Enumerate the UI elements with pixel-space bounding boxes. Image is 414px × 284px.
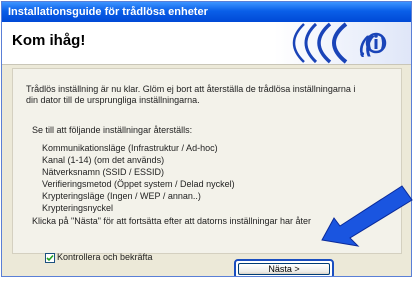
list-item: Kanal (1-14) (om det används) [42, 155, 165, 165]
next-button[interactable]: Nästa > [238, 263, 330, 275]
next-instruction: Klicka på "Nästa" för att fortsätta efte… [32, 216, 312, 226]
checkmark-icon [46, 254, 54, 262]
confirm-checkbox[interactable] [45, 253, 55, 263]
window-title: Installationsguide för trådlösa enheter [2, 2, 411, 22]
intro-text-line-1: Trådlös inställning är nu klar. Glöm ej … [26, 84, 356, 94]
pointer-arrow-icon [321, 185, 413, 247]
list-item: Krypteringsläge (Ingen / WEP / annan..) [42, 191, 201, 201]
list-item: Krypteringsnyckel [42, 203, 114, 213]
intro-text-line-2: din dator till de ursprungliga inställni… [26, 95, 200, 105]
list-title: Se till att följande inställningar åters… [32, 125, 193, 135]
header-banner: Kom ihåg! (ฺ( [2, 22, 411, 65]
next-button-highlight: Nästa > [234, 259, 334, 276]
wireless-signal-icon: (ฺ( [274, 22, 411, 64]
list-item: Kommunikationsläge (Infrastruktur / Ad-h… [42, 143, 218, 153]
list-item: Verifieringsmetod (Öppet system / Delad … [42, 179, 235, 189]
page-title: Kom ihåg! [12, 32, 86, 49]
list-item: Nätverksnamn (SSID / ESSID) [42, 167, 165, 177]
confirm-checkbox-label[interactable]: Kontrollera och bekräfta [57, 252, 153, 262]
